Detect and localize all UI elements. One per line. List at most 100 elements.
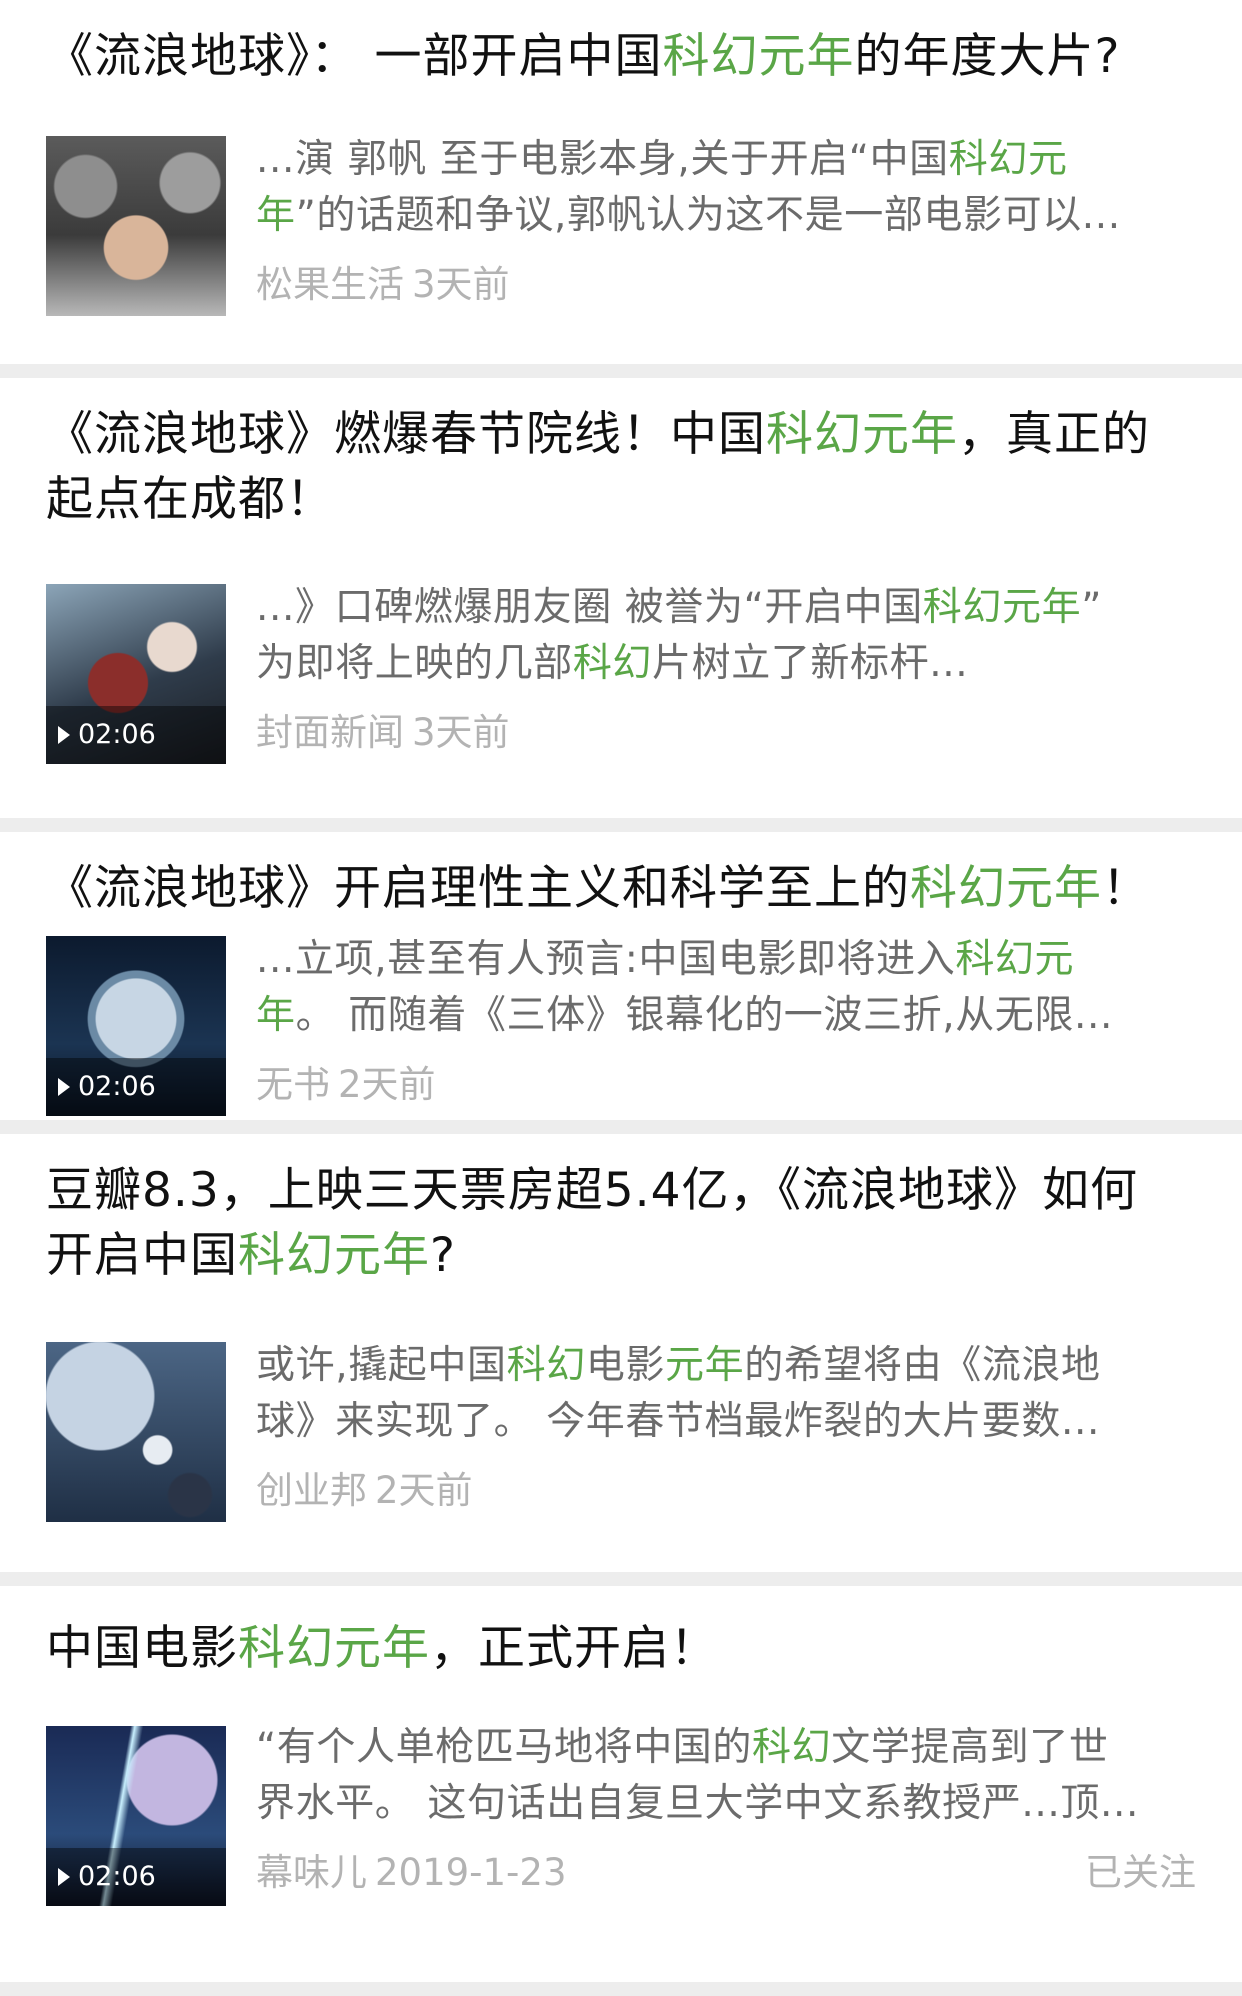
- text-line: ...》口碑燃爆朋友圈 被誉为“开启中国科幻元年”: [256, 580, 1196, 636]
- text-segment: 或许,撬起中国: [256, 1343, 507, 1388]
- result-snippet: ...》口碑燃爆朋友圈 被誉为“开启中国科幻元年” 为即将上映的几部科幻片树立了新…: [256, 580, 1196, 692]
- text-segment: “有个人单枪匹马地将中国的: [256, 1725, 753, 1770]
- source-name[interactable]: 封面新闻: [256, 711, 404, 754]
- text-segment: ！: [1102, 861, 1150, 916]
- text-segment: ...立项,甚至有人预言:中国电影即将进入: [256, 937, 956, 982]
- play-icon: [58, 1868, 70, 1886]
- text-segment: 开启中国: [46, 1228, 238, 1283]
- keyword-highlight: 科幻元年: [766, 407, 958, 462]
- play-icon: [58, 726, 70, 744]
- movie-poster-thumbnail[interactable]: [46, 136, 226, 316]
- result-title[interactable]: 中国电影科幻元年，正式开启！: [46, 1616, 718, 1681]
- result-card[interactable]: 《流浪地球》开启理性主义和科学至上的科幻元年！ 02:06 ...立项,甚至有人…: [0, 832, 1242, 1120]
- source-name[interactable]: 无书: [256, 1063, 330, 1106]
- publish-time: 2天前: [338, 1063, 436, 1106]
- video-duration-badge: 02:06: [46, 1848, 226, 1906]
- text-segment: 的年度大片?: [854, 29, 1121, 84]
- result-title[interactable]: 豆瓣8.3，上映三天票房超5.4亿，《流浪地球》如何 开启中国科幻元年?: [46, 1158, 1138, 1288]
- text-line: 年。 而随着《三体》银幕化的一波三折,从无限...: [256, 988, 1196, 1044]
- video-duration: 02:06: [78, 1071, 156, 1102]
- text-segment: ...演 郭帆 至于电影本身,关于开启“中国: [256, 137, 949, 182]
- text-segment: 中国电影: [46, 1621, 238, 1676]
- result-snippet: “有个人单枪匹马地将中国的科幻文学提高到了世界水平。 这句话出自复旦大学中文系教…: [256, 1720, 1196, 1832]
- text-line: 球》来实现了。 今年春节档最炸裂的大片要数...: [256, 1394, 1196, 1450]
- astronaut-planet-thumbnail[interactable]: [46, 1342, 226, 1522]
- publish-time: 2019-1-23: [375, 1851, 567, 1894]
- galaxy-video-thumbnail[interactable]: 02:06: [46, 1726, 226, 1906]
- text-line: 年”的话题和争议,郭帆认为这不是一部电影可以...: [256, 188, 1196, 244]
- text-segment: ”: [1081, 585, 1103, 630]
- text-line: 豆瓣8.3，上映三天票房超5.4亿，《流浪地球》如何: [46, 1158, 1138, 1223]
- text-segment: 界水平。 这句话出自复旦大学中文系教授严...顶...: [256, 1781, 1139, 1826]
- astronaut-video-thumbnail[interactable]: 02:06: [46, 584, 226, 764]
- result-meta: 创业邦 2天前: [256, 1466, 473, 1516]
- text-segment: ，真正的: [958, 407, 1150, 462]
- result-card[interactable]: 豆瓣8.3，上映三天票房超5.4亿，《流浪地球》如何 开启中国科幻元年? 或许,撬…: [0, 1134, 1242, 1572]
- keyword-highlight: 科幻元年: [238, 1228, 430, 1283]
- keyword-highlight: 科幻元年: [910, 861, 1102, 916]
- text-segment: ”的话题和争议,郭帆认为这不是一部电影可以...: [295, 193, 1121, 238]
- text-segment: 文学提高到了世: [831, 1725, 1109, 1770]
- poster-image: [46, 136, 226, 316]
- keyword-highlight: 年: [256, 993, 296, 1038]
- result-card[interactable]: 《流浪地球》： 一部开启中国科幻元年的年度大片? ...演 郭帆 至于电影本身,…: [0, 0, 1242, 364]
- result-snippet: ...演 郭帆 至于电影本身,关于开启“中国科幻元 年”的话题和争议,郭帆认为这不…: [256, 132, 1196, 244]
- text-line: 开启中国科幻元年?: [46, 1223, 1138, 1288]
- text-line: 《流浪地球》开启理性主义和科学至上的科幻元年！: [46, 856, 1150, 921]
- result-card[interactable]: 中国电影科幻元年，正式开启！ 02:06 “有个人单枪匹马地将中国的科幻文学提高…: [0, 1586, 1242, 1982]
- source-name[interactable]: 松果生活: [256, 263, 404, 306]
- result-card[interactable]: 《流浪地球》燃爆春节院线！中国科幻元年，真正的 起点在成都！ 02:06 ...》…: [0, 378, 1242, 818]
- publish-time: 3天前: [412, 263, 510, 306]
- result-meta: 封面新闻 3天前: [256, 708, 510, 758]
- publish-time: 2天前: [375, 1469, 473, 1512]
- keyword-highlight: 科幻元年: [662, 29, 855, 84]
- keyword-highlight: 年: [256, 193, 296, 238]
- keyword-highlight: 科幻元: [948, 137, 1068, 182]
- keyword-highlight: 科幻: [752, 1725, 832, 1770]
- video-duration-badge: 02:06: [46, 1058, 226, 1116]
- text-line: 中国电影科幻元年，正式开启！: [46, 1616, 718, 1681]
- text-segment: 球》来实现了。 今年春节档最炸裂的大片要数...: [256, 1399, 1100, 1444]
- search-results-feed: 《流浪地球》： 一部开启中国科幻元年的年度大片? ...演 郭帆 至于电影本身,…: [0, 0, 1242, 1982]
- planet-video-thumbnail[interactable]: 02:06: [46, 936, 226, 1116]
- result-title[interactable]: 《流浪地球》： 一部开启中国科幻元年的年度大片?: [46, 24, 1120, 89]
- result-title[interactable]: 《流浪地球》开启理性主义和科学至上的科幻元年！: [46, 856, 1150, 921]
- source-name[interactable]: 创业邦: [256, 1469, 367, 1512]
- result-title[interactable]: 《流浪地球》燃爆春节院线！中国科幻元年，真正的 起点在成都！: [46, 402, 1150, 532]
- text-segment: ...》口碑燃爆朋友圈 被誉为“开启中国: [256, 585, 923, 630]
- keyword-highlight: 科幻元年: [238, 1621, 430, 1676]
- source-name[interactable]: 幕味儿: [256, 1851, 367, 1894]
- text-segment: 《流浪地球》开启理性主义和科学至上的: [46, 861, 910, 916]
- keyword-highlight: 科幻: [572, 641, 653, 686]
- keyword-highlight: 元年: [665, 1343, 745, 1388]
- keyword-highlight: 科幻: [506, 1343, 586, 1388]
- result-snippet: ...立项,甚至有人预言:中国电影即将进入科幻元 年。 而随着《三体》银幕化的一波…: [256, 932, 1196, 1044]
- keyword-highlight: 科幻元: [955, 937, 1075, 982]
- play-icon: [58, 1078, 70, 1096]
- text-segment: ，正式开启！: [430, 1621, 718, 1676]
- publish-time: 3天前: [412, 711, 510, 754]
- text-line: 起点在成都！: [46, 467, 1150, 532]
- text-segment: 片树立了新标杆...: [652, 641, 969, 686]
- text-segment: 豆瓣8.3，上映三天票房超5.4亿，《流浪地球》如何: [46, 1163, 1138, 1218]
- result-meta: 幕味儿 2019-1-23: [256, 1848, 567, 1898]
- followed-label[interactable]: 已关注: [1085, 1848, 1196, 1898]
- keyword-highlight: 科幻元年: [922, 585, 1082, 630]
- result-snippet: 或许,撬起中国科幻电影元年的希望将由《流浪地球》来实现了。 今年春节档最炸裂的大…: [256, 1338, 1196, 1450]
- text-line: ...立项,甚至有人预言:中国电影即将进入科幻元: [256, 932, 1196, 988]
- result-meta: 无书 2天前: [256, 1060, 436, 1110]
- video-duration-badge: 02:06: [46, 706, 226, 764]
- text-line: ...演 郭帆 至于电影本身,关于开启“中国科幻元: [256, 132, 1196, 188]
- text-segment: 。 而随着《三体》银幕化的一波三折,从无限...: [295, 993, 1113, 1038]
- text-line: 《流浪地球》燃爆春节院线！中国科幻元年，真正的: [46, 402, 1150, 467]
- text-segment: ?: [430, 1228, 456, 1283]
- text-line: 《流浪地球》： 一部开启中国科幻元年的年度大片?: [46, 24, 1120, 89]
- text-segment: 电影: [585, 1343, 666, 1388]
- text-segment: 《流浪地球》燃爆春节院线！中国: [46, 407, 766, 462]
- text-segment: 起点在成都！: [46, 472, 334, 527]
- text-segment: 《流浪地球》： 一部开启中国: [46, 29, 663, 84]
- text-segment: 的希望将由《流浪地: [744, 1343, 1101, 1388]
- thumbnail-image: [46, 1342, 226, 1522]
- text-line: 界水平。 这句话出自复旦大学中文系教授严...顶...: [256, 1776, 1196, 1832]
- text-line: “有个人单枪匹马地将中国的科幻文学提高到了世: [256, 1720, 1196, 1776]
